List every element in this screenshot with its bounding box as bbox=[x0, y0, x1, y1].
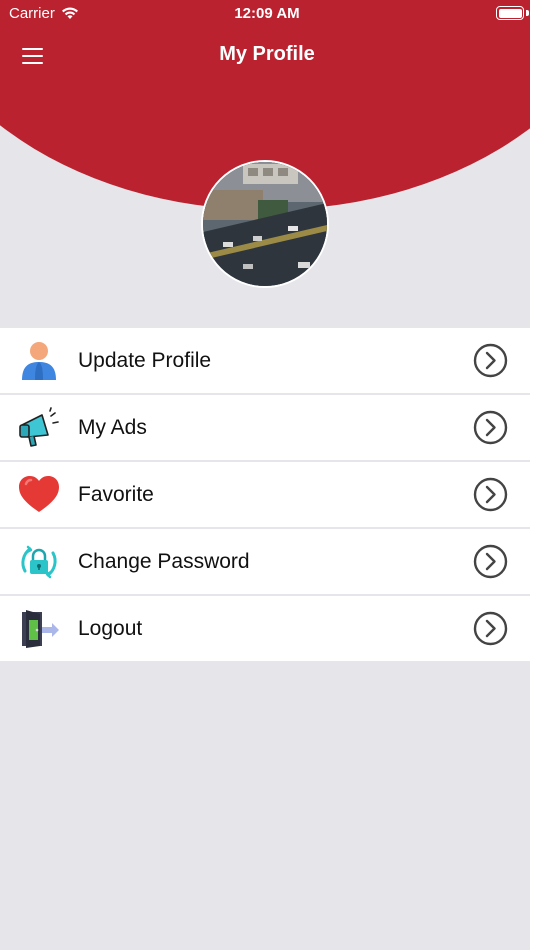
chevron-right-icon[interactable] bbox=[473, 343, 508, 378]
avatar-photo bbox=[203, 162, 327, 286]
app-root: Carrier 12:09 AM My Profile Update Profi… bbox=[0, 0, 534, 950]
menu-label-logout: Logout bbox=[78, 616, 143, 640]
menu-label-change-password: Change Password bbox=[78, 549, 250, 573]
chevron-right-icon[interactable] bbox=[473, 544, 508, 579]
status-bar: Carrier 12:09 AM bbox=[0, 0, 534, 28]
profile-menu-list: Update Profile My Ads Favorite Change Pa… bbox=[0, 328, 530, 663]
menu-label-update-profile: Update Profile bbox=[78, 348, 212, 372]
menu-label-my-ads: My Ads bbox=[78, 415, 147, 439]
menu-item-my-ads[interactable]: My Ads bbox=[0, 395, 530, 460]
menu-item-change-password[interactable]: Change Password bbox=[0, 529, 530, 594]
menu-item-update-profile[interactable]: Update Profile bbox=[0, 328, 530, 393]
megaphone-icon bbox=[19, 407, 59, 447]
user-icon bbox=[22, 342, 56, 380]
menu-item-favorite[interactable]: Favorite bbox=[0, 462, 530, 527]
chevron-right-icon[interactable] bbox=[473, 410, 508, 445]
navigation-bar: My Profile bbox=[0, 36, 534, 76]
right-edge-strip bbox=[530, 0, 534, 950]
battery-icon bbox=[496, 6, 524, 20]
chevron-right-icon[interactable] bbox=[473, 611, 508, 646]
lock-icon bbox=[21, 545, 57, 579]
chevron-right-icon[interactable] bbox=[473, 477, 508, 512]
avatar[interactable] bbox=[201, 160, 329, 288]
menu-label-favorite: Favorite bbox=[78, 482, 154, 506]
heart-icon bbox=[19, 476, 59, 512]
status-time: 12:09 AM bbox=[234, 5, 300, 22]
menu-item-logout[interactable]: Logout bbox=[0, 596, 530, 661]
logout-door-icon bbox=[22, 610, 59, 648]
battery-nub bbox=[526, 10, 529, 16]
page-title: My Profile bbox=[219, 43, 315, 65]
